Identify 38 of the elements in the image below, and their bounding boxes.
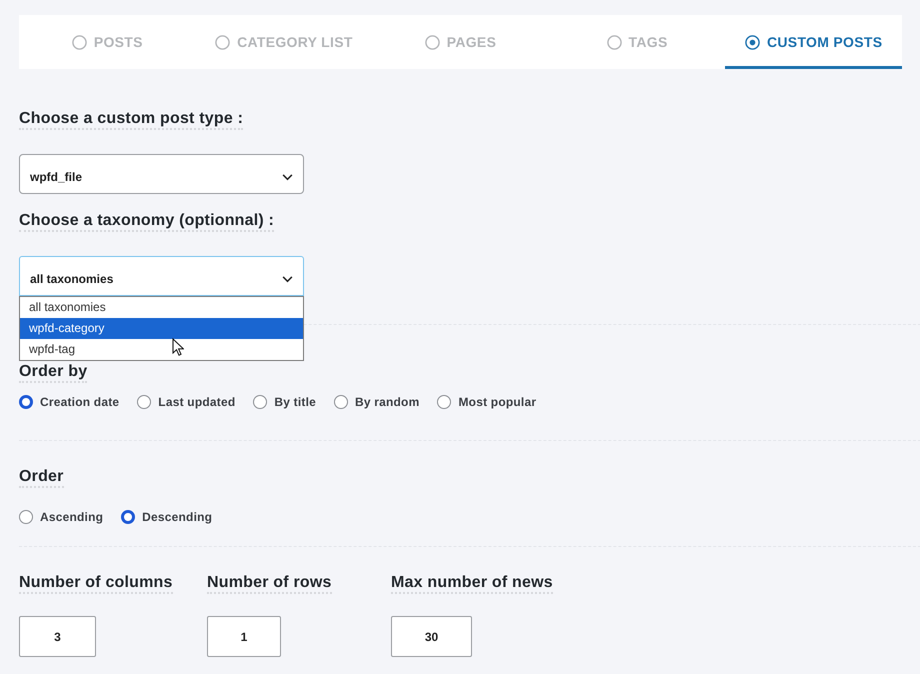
radio-button[interactable]	[253, 395, 268, 409]
radio-option[interactable]: Most popular	[437, 395, 536, 409]
chevron-down-icon	[282, 174, 293, 180]
radio-icon	[606, 34, 622, 50]
radio-button[interactable]	[437, 395, 452, 409]
number-input[interactable]: 1	[207, 616, 281, 657]
radio-button[interactable]	[19, 395, 33, 409]
section-heading: Order by	[19, 363, 88, 383]
radio-button[interactable]	[19, 510, 33, 524]
dropdown-option[interactable]: wpfd-tag	[20, 339, 303, 360]
cursor-icon	[172, 338, 184, 356]
tab[interactable]: CUSTOM POSTS	[725, 15, 902, 69]
number-input[interactable]: 3	[19, 616, 96, 657]
radio-button[interactable]	[137, 395, 152, 409]
radio-option[interactable]: Last updated	[137, 395, 236, 409]
radio-icon	[72, 34, 87, 50]
radio-icon	[215, 34, 230, 50]
radio-button[interactable]	[334, 395, 348, 409]
radio-option[interactable]: By title	[253, 395, 316, 409]
radio-button[interactable]	[121, 510, 136, 524]
radio-icon	[424, 34, 440, 50]
section-heading: Choose a taxonomy (optionnal) :	[19, 212, 274, 232]
select-field[interactable]: all taxonomies	[19, 256, 304, 296]
section-heading: Max number of news	[391, 574, 553, 594]
number-input[interactable]: 30	[391, 616, 472, 657]
radio-option[interactable]: Creation date	[19, 395, 120, 409]
dropdown-option[interactable]: all taxonomies	[20, 297, 303, 318]
radio-option[interactable]: Descending	[121, 510, 212, 524]
section-heading: Order	[19, 468, 64, 488]
radio-option[interactable]: By random	[334, 395, 420, 409]
select-field[interactable]: wpfd_file	[19, 154, 304, 194]
radio-option[interactable]: Ascending	[19, 510, 104, 524]
section-heading: Choose a custom post type :	[19, 110, 244, 130]
section-heading: Number of rows	[207, 574, 332, 594]
dropdown-option[interactable]: wpfd-category	[20, 318, 303, 339]
section-heading: Number of columns	[19, 574, 173, 594]
radio-icon	[744, 34, 760, 50]
chevron-down-icon	[282, 276, 293, 282]
